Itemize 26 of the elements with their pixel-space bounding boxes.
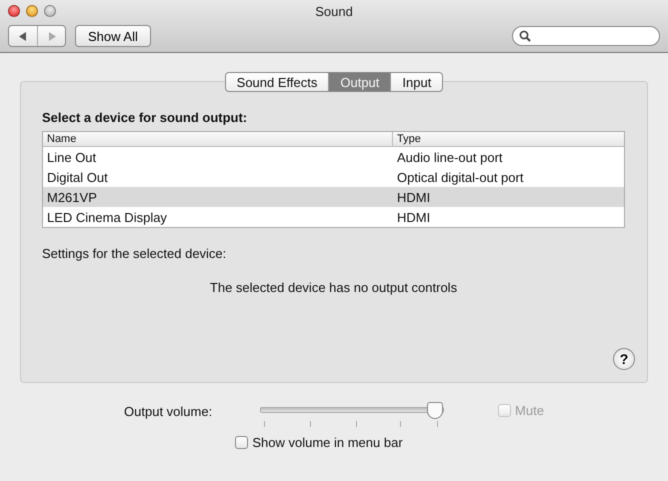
no-controls-message: The selected device has no output controls <box>208 280 458 295</box>
window-title: Sound <box>315 4 353 19</box>
show-all-button[interactable]: Show All <box>75 25 151 47</box>
tab[interactable]: Input <box>390 73 442 91</box>
tab[interactable]: Sound Effects <box>226 73 328 91</box>
volume-label: Output volume: <box>124 403 214 419</box>
close-button[interactable] <box>8 5 20 17</box>
tab[interactable]: Output <box>328 73 390 91</box>
device-row[interactable]: LED Cinema Display HDMI <box>43 207 624 227</box>
zoom-button[interactable] <box>44 5 56 17</box>
show-volume-label: Show volume in menu bar <box>252 435 403 450</box>
right-triangle-icon <box>48 32 56 40</box>
search-field[interactable] <box>512 26 660 46</box>
help-button[interactable]: ? <box>613 348 635 370</box>
mute-label: Mute <box>515 403 544 418</box>
device-row[interactable]: M261VP HDMI <box>43 187 624 207</box>
minimize-button[interactable] <box>26 5 38 17</box>
settings-label: Settings for the selected device: <box>42 246 228 261</box>
device-row[interactable]: Line Out Audio line-out port <box>43 147 624 167</box>
column-header[interactable]: Type <box>392 132 624 146</box>
section-heading: Select a device for sound output: <box>42 110 248 125</box>
column-header[interactable]: Name <box>43 132 392 146</box>
left-triangle-icon <box>19 32 27 40</box>
search-icon <box>519 30 531 42</box>
checkbox[interactable] <box>235 436 248 449</box>
device-row[interactable]: Digital Out Optical digital-out port <box>43 167 624 187</box>
